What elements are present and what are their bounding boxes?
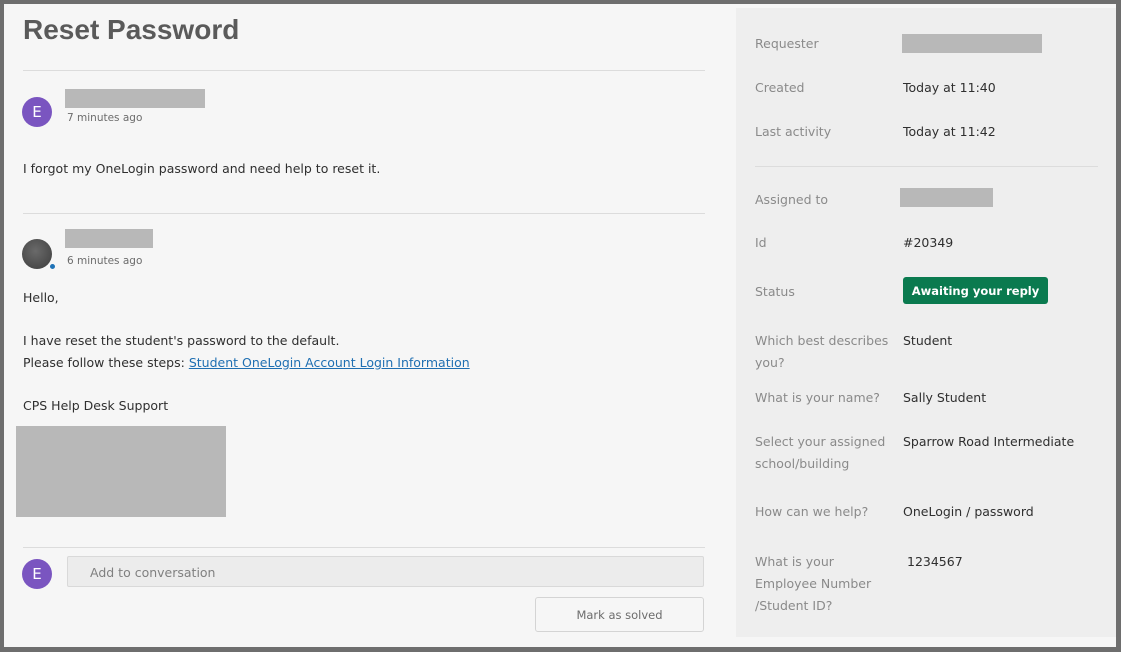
describes-label-line: you? [755, 355, 785, 370]
employee-number-label: What is your Employee Number/Student ID? [755, 551, 871, 617]
redacted-author-name [65, 229, 153, 248]
message-body: I have reset the student's password to t… [23, 333, 340, 348]
assigned-to-label: Assigned to [755, 192, 829, 207]
name-label: What is your name? [755, 390, 880, 405]
describes-label-line: Which best describes [755, 333, 889, 348]
redacted-author-name [65, 89, 205, 108]
conversation-pane: Reset Password E 7 minutes ago I forgot … [4, 4, 734, 647]
message-timestamp: 7 minutes ago [67, 112, 143, 124]
divider [23, 70, 705, 71]
redacted-requester [902, 34, 1042, 53]
created-label: Created [755, 80, 805, 95]
name-value: Sally Student [903, 390, 987, 405]
describes-value: Student [903, 333, 953, 348]
avatar: E [22, 559, 52, 589]
school-value: Sparrow Road Intermediate [903, 434, 1075, 449]
employee-number-value: 1234567 [907, 554, 963, 569]
help-article-link[interactable]: Student OneLogin Account Login Informati… [189, 355, 470, 370]
message-text: Please follow these steps: [23, 355, 189, 370]
message-body: I forgot my OneLogin password and need h… [23, 161, 381, 176]
employee-number-label-line: Employee Number [755, 576, 872, 591]
id-value: #20349 [903, 235, 954, 250]
divider [755, 166, 1098, 167]
ticket-window: Reset Password E 7 minutes ago I forgot … [4, 4, 1116, 647]
school-label-line: Select your assigned [755, 434, 886, 449]
message-signature: CPS Help Desk Support [23, 398, 169, 413]
school-label-line: school/building [755, 456, 850, 471]
divider [23, 547, 705, 548]
agent-badge-icon [48, 262, 57, 271]
help-value: OneLogin / password [903, 504, 1034, 519]
help-label: How can we help? [755, 504, 869, 519]
avatar: E [22, 97, 52, 127]
describes-label: Which best describes you? [755, 330, 888, 374]
status-label: Status [755, 284, 795, 299]
employee-number-label-line: What is your [755, 554, 834, 569]
ticket-details-sidebar: Requester Created Today at 11:40 Last ac… [736, 8, 1116, 637]
page-title: Reset Password [23, 14, 240, 45]
id-label: Id [755, 235, 767, 250]
employee-number-label-line: /Student ID? [755, 598, 833, 613]
last-activity-label: Last activity [755, 124, 832, 139]
divider [23, 213, 705, 214]
message-greeting: Hello, [23, 290, 59, 305]
status-badge: Awaiting your reply [903, 277, 1048, 304]
message-body: Please follow these steps: Student OneLo… [23, 355, 470, 370]
message-timestamp: 6 minutes ago [67, 255, 143, 267]
school-label: Select your assigned school/building [755, 431, 885, 475]
last-activity-value: Today at 11:42 [903, 124, 996, 139]
mark-as-solved-button[interactable]: Mark as solved [535, 597, 704, 632]
redacted-assignee [900, 188, 993, 207]
created-value: Today at 11:40 [903, 80, 996, 95]
requester-label: Requester [755, 36, 819, 51]
redacted-image [16, 426, 226, 517]
add-to-conversation-input[interactable]: Add to conversation [67, 556, 704, 587]
